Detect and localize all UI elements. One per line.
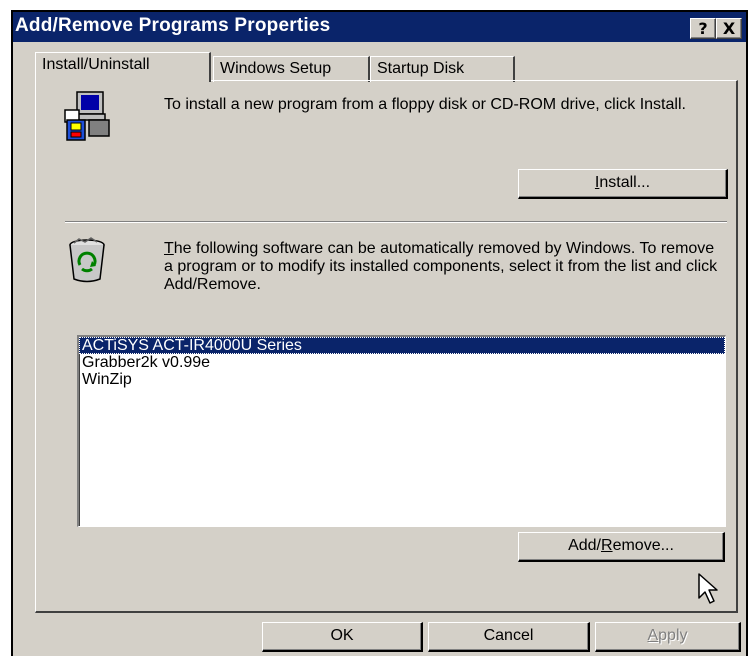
list-item[interactable]: Grabber2k v0.99e [79,354,725,371]
list-item[interactable]: ACTiSYS ACT-IR4000U Series [79,337,725,354]
install-button[interactable]: Install... [518,169,728,199]
tab-windows-setup[interactable]: Windows Setup [213,56,370,82]
ok-button-label: OK [330,627,354,644]
close-icon: X [722,19,736,38]
help-button[interactable]: ? [690,18,716,39]
install-description: To install a new program from a floppy d… [164,96,686,113]
tab-label: Startup Disk [377,60,465,77]
recycle-bin-icon [65,237,109,283]
tab-startup-disk[interactable]: Startup Disk [370,56,515,82]
help-icon: ? [698,19,708,38]
tab-install-uninstall[interactable]: Install/Uninstall [35,52,211,82]
ok-button[interactable]: OK [262,622,423,652]
apply-button-label: Apply [647,627,688,644]
cancel-button[interactable]: Cancel [428,622,590,652]
install-button-label: Install... [594,174,651,191]
tab-label: Install/Uninstall [42,56,150,73]
cancel-button-label: Cancel [483,627,534,644]
installed-programs-list[interactable]: ACTiSYS ACT-IR4000U Series Grabber2k v0.… [77,335,726,527]
add-remove-button-label: Add/Remove... [568,537,674,554]
close-button[interactable]: X [716,18,742,39]
properties-dialog: Add/Remove Programs Properties ? X Insta… [11,10,748,656]
mouse-cursor-icon [697,572,723,606]
apply-button[interactable]: Apply [595,622,741,652]
list-item[interactable]: WinZip [79,371,725,388]
tab-label: Windows Setup [220,60,332,77]
remove-description: The following software can be automatica… [164,240,718,293]
add-remove-button[interactable]: Add/Remove... [518,532,725,562]
section-divider [65,221,727,223]
window-title: Add/Remove Programs Properties [15,15,331,36]
title-bar[interactable]: Add/Remove Programs Properties ? X [13,12,746,42]
computer-install-icon [63,90,111,144]
